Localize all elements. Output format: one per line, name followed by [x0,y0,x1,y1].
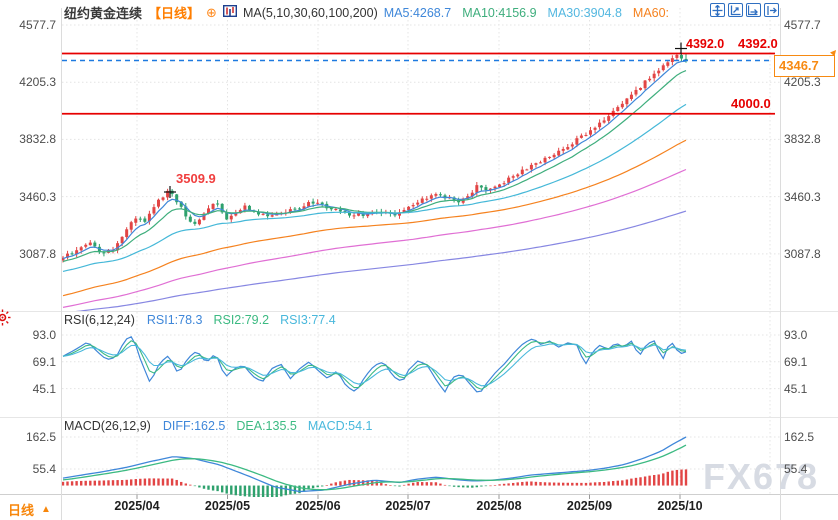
main-pane-header: 纽约黄金连续 【日线】 ⊕ MA(5,10,30,60,100,200) MA5… [64,3,680,22]
price-axis-label: 4577.7 [4,18,56,32]
symbol-name[interactable]: 纽约黄金连续 [64,3,142,22]
resistance-axis-label: 4392.0 [738,36,778,51]
rsi-axis-label: 45.1 [784,382,807,396]
price-axis-label: 3087.8 [4,247,56,261]
ma-value: MA60: [633,6,669,20]
chart-canvas[interactable] [0,0,838,520]
chart-window: 纽约黄金连续 【日线】 ⊕ MA(5,10,30,60,100,200) MA5… [0,0,838,520]
scroll-to-latest-icon[interactable] [764,3,779,17]
macd-axis-label: 162.5 [784,430,814,444]
rsi-axis-label: 93.0 [784,328,807,342]
price-axis-label: 4577.7 [784,18,821,32]
macd-value: DIFF:162.5 [163,419,226,433]
rsi-axis-label: 69.1 [4,355,56,369]
chart-toolbar [710,3,779,17]
macd-pane-header: MACD(26,12,9) DIFF:162.5 DEA:135.5 MACD:54… [64,419,383,433]
kline-chart-icon[interactable] [223,5,237,20]
month-label: 2025/07 [376,499,440,513]
macd-title[interactable]: MACD(26,12,9) [64,419,151,433]
month-label: 2025/04 [105,499,169,513]
pan-tool-icon[interactable] [710,3,725,17]
support-line-label: 4000.0 [731,96,771,111]
macd-value: DEA:135.5 [236,419,296,433]
rsi-lines [63,337,686,392]
expand-arrow-icon: ▲ [41,504,51,515]
price-axis-label: 3832.8 [784,132,821,146]
price-axis-label: 3832.8 [4,132,56,146]
ma-value: MA30:3904.8 [548,6,622,20]
rsi-value: RSI1:78.3 [147,313,203,327]
price-axis-label: 3460.3 [4,190,56,204]
price-axis-label: 4205.3 [784,75,821,89]
macd-axis-label: 55.4 [784,462,807,476]
rsi-axis-label: 69.1 [784,355,807,369]
month-label: 2025/10 [648,499,712,513]
price-axis-label: 3460.3 [784,190,821,204]
ma-value: MA10:4156.9 [462,6,536,20]
rsi-value: RSI3:77.4 [280,313,336,327]
macd-values: DIFF:162.5 DEA:135.5 MACD:54.1 [163,419,384,433]
macd-series [62,437,687,498]
macd-axis-label: 162.5 [4,430,56,444]
rsi-axis-label: 93.0 [4,328,56,342]
add-indicator-icon[interactable]: ⊕ [206,6,217,19]
month-label: 2025/06 [286,499,350,513]
month-label: 2025/08 [467,499,531,513]
rsi-title[interactable]: RSI(6,12,24) [64,313,135,327]
last-price-badge: 4346.7 [774,55,835,77]
ma-value: MA5:4268.7 [384,6,451,20]
month-label: 2025/09 [558,499,622,513]
period-label: 日线 [8,500,34,519]
macd-value: MACD:54.1 [308,419,373,433]
macd-axis-label: 55.4 [4,462,56,476]
scale-left-axis-icon[interactable] [728,3,743,17]
ma-values: MA5:4268.7 MA10:4156.9 MA30:3904.8 MA60: [384,5,680,20]
period-tag[interactable]: 【日线】 [148,3,200,22]
rsi-value: RSI2:79.2 [213,313,269,327]
rsi-axis-label: 45.1 [4,382,56,396]
candlestick-series [62,53,688,263]
price-axis-label: 3087.8 [784,247,821,261]
month-label: 2025/05 [196,499,260,513]
resistance-line-label: 4392.0 [686,37,724,51]
ma-lines [63,61,686,313]
rsi-pane-header: RSI(6,12,24) RSI1:78.3 RSI2:79.2 RSI3:77.4 [64,313,347,327]
price-axis-label: 4205.3 [4,75,56,89]
period-selector[interactable]: 日线 ▲ [8,500,51,519]
rsi-values: RSI1:78.3 RSI2:79.2 RSI3:77.4 [147,313,347,327]
high-annotation: 3509.9 [176,171,216,186]
pane-splitter-icon[interactable] [0,309,11,331]
scale-right-axis-icon[interactable] [746,3,761,17]
ma-settings-label[interactable]: MA(5,10,30,60,100,200) [243,6,378,20]
